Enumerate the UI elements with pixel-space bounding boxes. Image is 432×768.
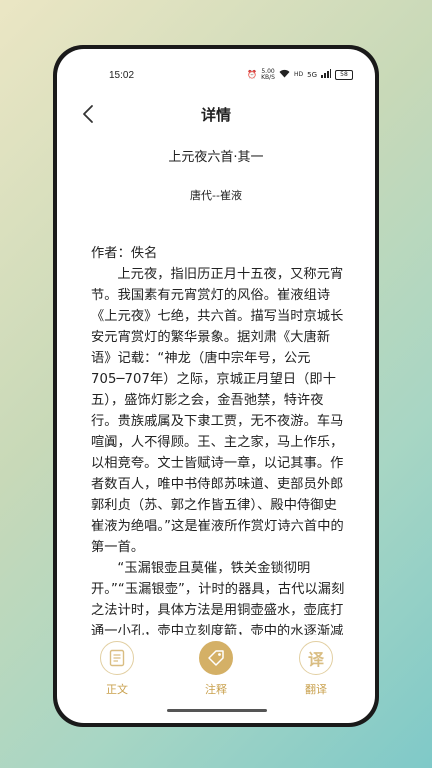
header: 详情 xyxy=(57,101,375,127)
net-speed-unit: KB/S xyxy=(261,74,275,81)
tab-translation[interactable]: 译 翻译 xyxy=(286,641,346,697)
network-type: 5G xyxy=(307,71,317,79)
status-icons: ⏰ 5.00 KB/S HD 5G 58 xyxy=(247,69,353,81)
app-screen: 15:02 ⏰ 5.00 KB/S HD 5G 58 详情 上元夜六首·其一 唐… xyxy=(57,49,375,723)
tab-translation-label: 翻译 xyxy=(305,683,327,696)
poem-title: 上元夜六首·其一 xyxy=(168,150,264,165)
battery-level: 58 xyxy=(340,71,348,78)
battery-icon: 58 xyxy=(335,70,353,80)
annotation-content[interactable]: 作者：佚名 上元夜，指旧历正月十五夜，又称元宵节。我国素有元宵赏灯的风俗。崔液组… xyxy=(91,243,347,635)
status-time: 15:02 xyxy=(109,70,135,81)
net-speed: 5.00 KB/S xyxy=(261,69,275,81)
bottom-tab-bar: 正文 注释 译 翻译 xyxy=(57,641,375,705)
translate-glyph: 译 xyxy=(307,650,324,669)
status-bar: 15:02 ⏰ 5.00 KB/S HD 5G 58 xyxy=(57,67,375,87)
hd-icon: HD xyxy=(293,71,304,78)
translate-icon: 译 xyxy=(299,641,333,675)
tab-annotation[interactable]: 注释 xyxy=(186,641,246,697)
tag-icon xyxy=(199,641,233,675)
phone-frame: 15:02 ⏰ 5.00 KB/S HD 5G 58 详情 上元夜六首·其一 唐… xyxy=(53,45,379,727)
wifi-icon xyxy=(279,69,290,81)
annotation-author: 作者：佚名 xyxy=(91,246,158,261)
home-indicator[interactable] xyxy=(167,709,267,712)
signal-icon xyxy=(321,69,331,81)
page-title: 详情 xyxy=(200,106,231,124)
annotation-paragraph: 上元夜，指旧历正月十五夜，又称元宵节。我国素有元宵赏灯的风俗。崔液组诗《上元夜》… xyxy=(91,267,344,555)
poem-dynasty-author: 唐代--崔液 xyxy=(190,189,242,202)
alarm-icon: ⏰ xyxy=(247,70,258,79)
tab-original-text-label: 正文 xyxy=(106,683,128,696)
tab-annotation-label: 注释 xyxy=(205,683,227,696)
tab-original-text[interactable]: 正文 xyxy=(87,641,147,697)
annotation-paragraph: “玉漏银壶且莫催，铁关金锁彻明开。”“玉漏银壶”，计时的器具，古代以漏刻之法计时… xyxy=(91,561,345,635)
document-icon xyxy=(100,641,134,675)
